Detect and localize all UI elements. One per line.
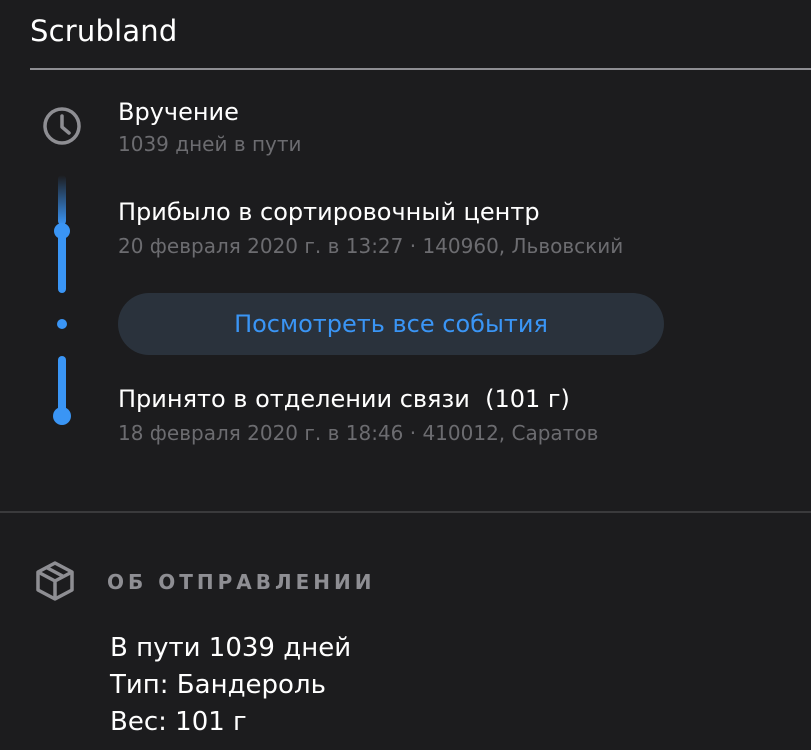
timeline-node: [53, 407, 71, 425]
timeline-node: [54, 223, 70, 239]
section-divider: [0, 511, 811, 513]
event-title: Прибыло в сортировочный центр: [118, 198, 540, 226]
timeline-segment-faded: [58, 175, 66, 225]
status-title: Вручение: [118, 98, 239, 126]
event-title: Принято в отделении связи (101 г): [118, 385, 570, 413]
view-all-events-button[interactable]: Посмотреть все события: [118, 293, 664, 355]
info-line-type: Тип: Бандероль: [110, 670, 326, 700]
event-subtitle: 18 февраля 2020 г. в 18:46 · 410012, Сар…: [118, 421, 599, 445]
box-icon: [36, 561, 74, 601]
info-line-duration: В пути 1039 дней: [110, 633, 352, 663]
status-subtitle: 1039 дней в пути: [118, 132, 302, 156]
timeline-gap-dot: [57, 319, 67, 329]
info-line-weight: Вес: 101 г: [110, 707, 247, 737]
header-divider: [30, 68, 811, 70]
list-item: Принято в отделении связи (101 г) 18 фев…: [118, 383, 598, 447]
list-item: Прибыло в сортировочный центр 20 февраля…: [118, 196, 623, 260]
clock-icon: [43, 107, 81, 145]
event-subtitle: 20 февраля 2020 г. в 13:27 · 140960, Льв…: [118, 234, 624, 258]
page-title: Scrubland: [30, 14, 178, 48]
section-title: ОБ ОТПРАВЛЕНИИ: [107, 570, 376, 594]
